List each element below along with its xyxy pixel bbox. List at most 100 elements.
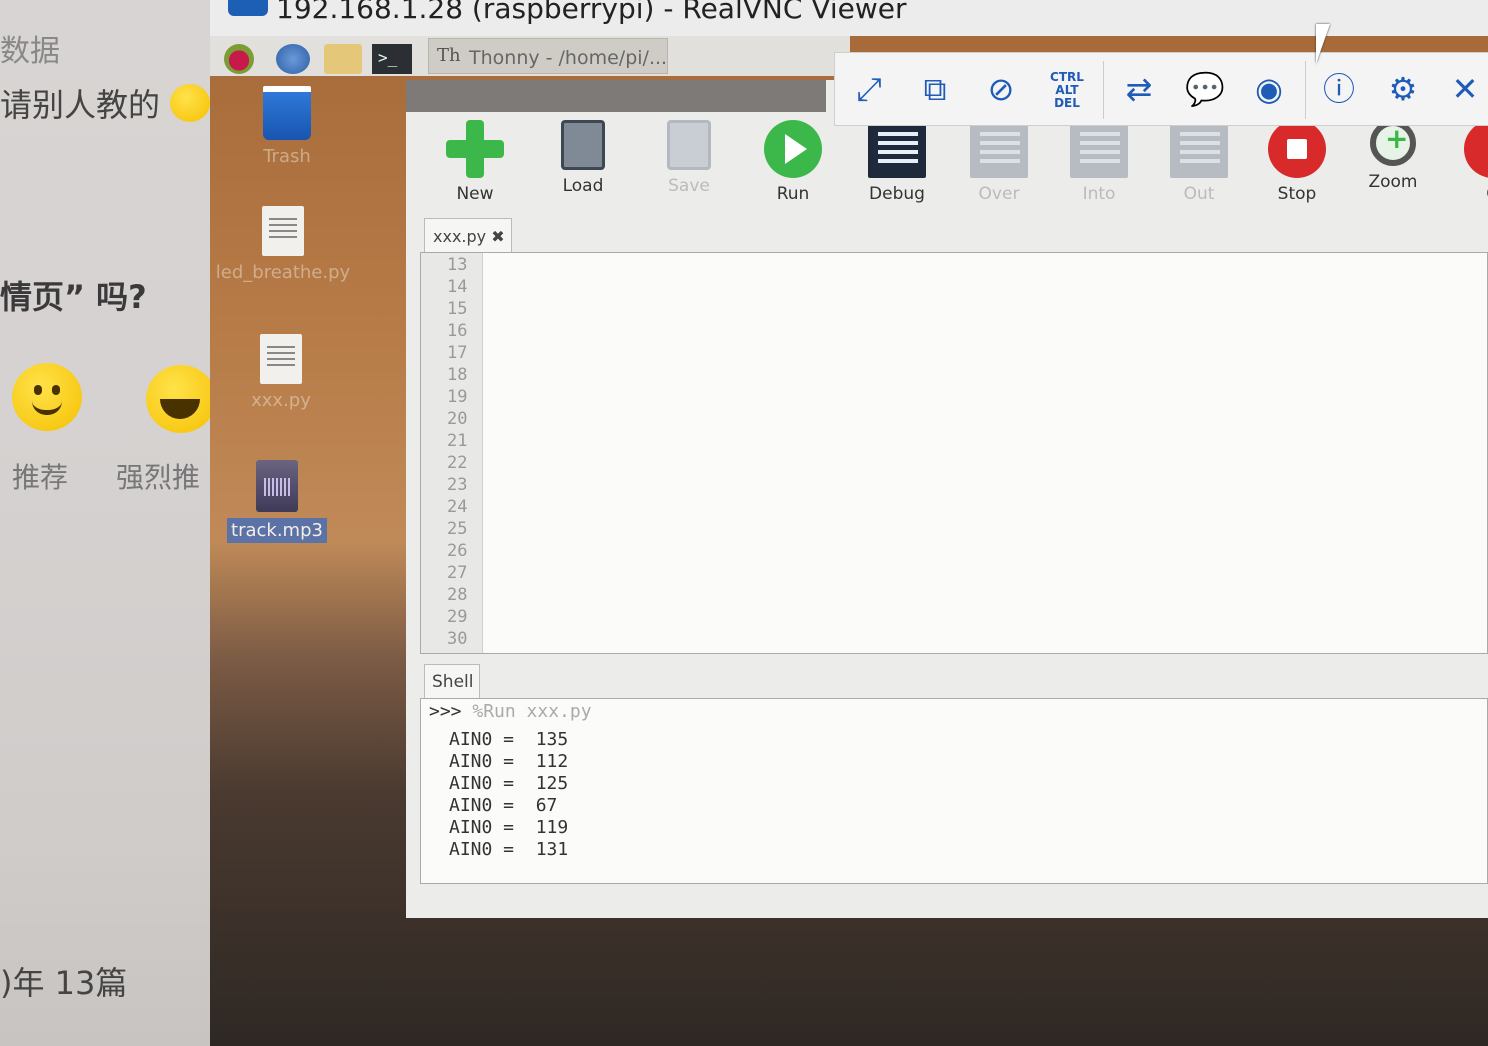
- mute-icon[interactable]: ⊘: [975, 63, 1027, 115]
- vnc-toolbar: ⤢ ⧉ ⊘ CTRL ALT DEL ⇄ 💬 ◉ ⓘ ⚙ ✕: [834, 52, 1488, 126]
- save-icon: [667, 120, 711, 170]
- step-over-button[interactable]: Over: [956, 120, 1042, 204]
- scale-icon[interactable]: ⧉: [909, 63, 961, 115]
- desktop-icon-xxx-py[interactable]: xxx.py: [206, 334, 356, 411]
- new-file-icon: [446, 120, 504, 178]
- background-webpage: 数据 请别人教的 情页” 吗? 推荐 强烈推 )年 13篇: [0, 0, 216, 1046]
- step-into-icon: [1070, 120, 1128, 178]
- line-number: 21: [447, 431, 468, 451]
- tab-label: xxx.py: [433, 227, 487, 246]
- quit-button[interactable]: Q: [1450, 120, 1488, 204]
- editor-tab-xxx-py[interactable]: xxx.py ✖: [424, 218, 512, 252]
- line-number: 27: [447, 563, 468, 583]
- file-icon: [262, 206, 304, 256]
- thonny-menu-strip: [406, 80, 826, 112]
- prompt-symbol: >>>: [429, 701, 462, 722]
- shell-prompt: >>> %Run xxx.py: [429, 701, 592, 722]
- shell-panel[interactable]: >>> %Run xxx.py AIN0 = 135 AIN0 = 112 AI…: [420, 698, 1488, 884]
- browser-icon[interactable]: [276, 44, 310, 74]
- desktop-icon-label: led_breathe.py: [215, 262, 351, 283]
- load-button[interactable]: Load: [540, 120, 626, 196]
- record-icon[interactable]: ◉: [1243, 63, 1295, 115]
- shell-output-line: AIN0 = 67: [449, 795, 558, 816]
- tool-label: Save: [668, 176, 710, 196]
- raspberry-menu-icon[interactable]: [224, 44, 254, 74]
- smile-emoji-icon[interactable]: [12, 363, 82, 431]
- desktop-icon-label: Trash: [263, 146, 311, 167]
- tool-label: Q: [1450, 184, 1488, 204]
- shell-tab[interactable]: Shell: [424, 664, 480, 698]
- line-number: 30: [447, 629, 468, 649]
- mouse-cursor: [1316, 24, 1330, 64]
- ctrl-alt-del-icon[interactable]: CTRL ALT DEL: [1041, 63, 1093, 115]
- line-number-gutter: 13 14 15 16 17 18 19 20 21 22 23 24 25 2…: [421, 253, 483, 653]
- zoom-icon: [1370, 120, 1416, 166]
- line-number: 17: [447, 343, 468, 363]
- zoom-button[interactable]: Zoom: [1350, 120, 1436, 192]
- line-number: 29: [447, 607, 468, 627]
- line-number: 26: [447, 541, 468, 561]
- desktop-icon-trash[interactable]: Trash: [212, 86, 362, 167]
- tab-close-icon[interactable]: ✖: [491, 227, 504, 246]
- stop-button[interactable]: Stop: [1254, 120, 1340, 204]
- debug-icon: [868, 120, 926, 178]
- folder-icon[interactable]: [324, 44, 362, 74]
- settings-icon[interactable]: ⚙: [1377, 63, 1429, 115]
- shell-output-line: AIN0 = 135: [449, 729, 569, 750]
- step-out-icon: [1170, 120, 1228, 178]
- terminal-icon[interactable]: >_: [372, 44, 412, 74]
- step-out-button[interactable]: Out: [1156, 120, 1242, 204]
- thonny-toolbar: New Load Save Run Debug Over Into Out St…: [406, 112, 1488, 224]
- tool-label: Load: [562, 176, 604, 196]
- new-button[interactable]: New: [432, 120, 518, 204]
- run-button[interactable]: Run: [750, 120, 836, 204]
- line-number: 22: [447, 453, 468, 473]
- title-bar[interactable]: 192.168.1.28 (raspberrypi) - RealVNC Vie…: [210, 0, 1488, 36]
- fullscreen-icon[interactable]: ⤢: [843, 63, 895, 115]
- line-number: 24: [447, 497, 468, 517]
- line-number: 20: [447, 409, 468, 429]
- close-icon[interactable]: ✕: [1439, 63, 1488, 115]
- tool-label: Out: [1183, 184, 1215, 204]
- code-editor[interactable]: 13 14 15 16 17 18 19 20 21 22 23 24 25 2…: [420, 252, 1488, 654]
- debug-button[interactable]: Debug: [854, 120, 940, 204]
- desktop-icon-label: track.mp3: [227, 518, 327, 543]
- transfer-icon[interactable]: ⇄: [1113, 63, 1165, 115]
- shell-output-line: AIN0 = 131: [449, 839, 569, 860]
- line-number: 19: [447, 387, 468, 407]
- line-number: 13: [447, 255, 468, 275]
- step-into-button[interactable]: Into: [1056, 120, 1142, 204]
- save-button[interactable]: Save: [646, 120, 732, 196]
- webpage-text: 请别人教的: [0, 86, 161, 124]
- task-label: Thonny - /home/pi/...: [469, 47, 668, 69]
- line-number: 25: [447, 519, 468, 539]
- file-icon: [260, 334, 302, 384]
- thonny-icon: Th: [437, 45, 461, 66]
- desktop-icon-label: xxx.py: [251, 390, 311, 411]
- shell-command: %Run xxx.py: [472, 701, 592, 722]
- run-icon: [764, 120, 822, 178]
- tool-label: Into: [1082, 184, 1116, 204]
- desktop-icon-led-breathe[interactable]: led_breathe.py: [208, 206, 358, 283]
- chat-icon[interactable]: 💬: [1179, 63, 1231, 115]
- webpage-text: 数据: [0, 34, 60, 69]
- reaction-strong-recommend[interactable]: 强烈推: [116, 456, 200, 496]
- line-number: 15: [447, 299, 468, 319]
- vnc-viewer-window: 192.168.1.28 (raspberrypi) - RealVNC Vie…: [210, 0, 1488, 1046]
- quit-icon: [1464, 120, 1488, 178]
- thonny-window: New Load Save Run Debug Over Into Out St…: [406, 80, 1488, 918]
- audio-file-icon: [256, 460, 298, 512]
- line-number: 16: [447, 321, 468, 341]
- line-number: 18: [447, 365, 468, 385]
- toolbar-divider: [1305, 61, 1306, 119]
- screen: 数据 请别人教的 情页” 吗? 推荐 强烈推 )年 13篇 192.168.1.…: [0, 0, 1488, 1046]
- stop-icon: [1268, 120, 1326, 178]
- webpage-footer: )年 13篇: [0, 964, 128, 1002]
- shell-output-line: AIN0 = 119: [449, 817, 569, 838]
- desktop-icon-track-mp3[interactable]: track.mp3: [202, 460, 352, 543]
- taskbar-thonny-task[interactable]: Th Thonny - /home/pi/...: [428, 38, 668, 74]
- info-icon[interactable]: ⓘ: [1313, 63, 1365, 115]
- shell-output-line: AIN0 = 125: [449, 773, 569, 794]
- reaction-recommend[interactable]: 推荐: [12, 456, 68, 496]
- tool-label: New: [456, 184, 494, 204]
